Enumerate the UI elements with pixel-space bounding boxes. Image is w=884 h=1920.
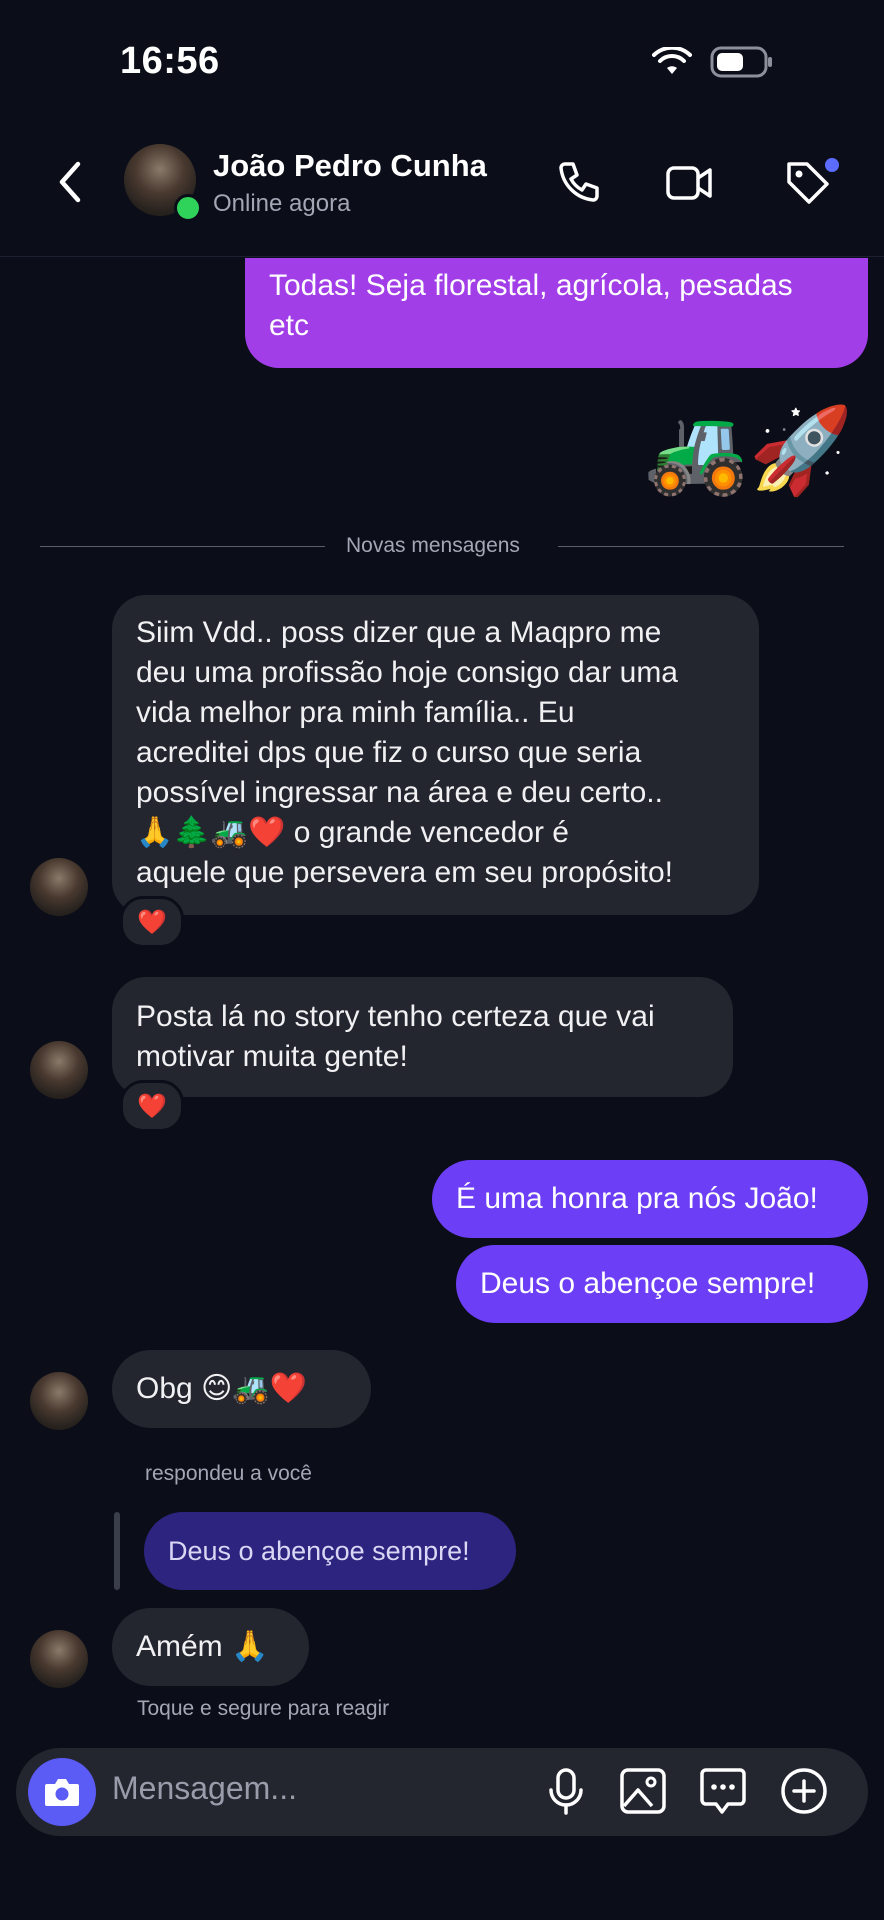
gallery-icon[interactable] — [618, 1766, 668, 1816]
message-line: 🙏🌲🚜❤️ o grande vencedor é — [136, 816, 569, 849]
received-message[interactable]: Amém 🙏 — [112, 1608, 309, 1686]
status-icons — [652, 46, 774, 78]
sent-emoji-message[interactable]: 🚜🚀 — [644, 408, 853, 492]
message-line: vida melhor pra minh família.. Eu — [136, 696, 575, 729]
message-text: Todas! Seja florestal, agrícola, pesadas — [269, 269, 793, 302]
reply-indicator-bar — [114, 1512, 120, 1590]
battery-icon — [710, 46, 772, 78]
back-icon[interactable] — [52, 158, 88, 206]
sent-message[interactable]: É uma honra pra nós João! — [432, 1160, 868, 1238]
message-text: Obg 😊🚜❤️ — [136, 1372, 308, 1405]
sent-message[interactable]: Todas! Seja florestal, agrícola, pesadas… — [245, 258, 868, 368]
notification-badge — [825, 158, 839, 172]
message-line: Posta lá no story tenho certeza que vai — [136, 1000, 655, 1033]
react-hint: Toque e segure para reagir — [137, 1697, 390, 1720]
heart-reaction[interactable]: ❤️ — [120, 1080, 184, 1132]
online-indicator — [174, 194, 202, 222]
video-icon[interactable] — [664, 158, 714, 208]
quoted-text: Deus o abençoe sempre! — [168, 1536, 470, 1566]
message-line: Siim Vdd.. poss dizer que a Maqpro me — [136, 616, 662, 649]
sender-avatar[interactable] — [30, 858, 88, 916]
message-line: deu uma profissão hoje consigo dar uma — [136, 656, 678, 689]
reply-label: respondeu a você — [145, 1462, 312, 1485]
received-message[interactable]: Obg 😊🚜❤️ — [112, 1350, 371, 1428]
message-input[interactable]: Mensagem... — [112, 1770, 297, 1807]
sender-avatar[interactable] — [30, 1372, 88, 1430]
contact-status: Online agora — [213, 190, 351, 217]
message-line: acreditei dps que fiz o curso que seria — [136, 736, 642, 769]
message-line: motivar muita gente! — [136, 1040, 408, 1073]
plus-icon[interactable] — [779, 1766, 829, 1816]
quoted-message[interactable]: Deus o abençoe sempre! — [144, 1512, 516, 1590]
divider-line-left — [40, 546, 325, 547]
message-text: Deus o abençoe sempre! — [480, 1267, 816, 1300]
divider-line-right — [558, 546, 844, 547]
new-messages-divider: Novas mensagens — [346, 534, 520, 557]
sticker-icon[interactable] — [698, 1766, 748, 1816]
message-line: aquele que persevera em seu propósito! — [136, 856, 674, 889]
sent-message[interactable]: Deus o abençoe sempre! — [456, 1245, 868, 1323]
received-message[interactable]: Siim Vdd.. poss dizer que a Maqpro me de… — [112, 595, 759, 915]
contact-name[interactable]: João Pedro Cunha — [213, 148, 487, 184]
microphone-icon[interactable] — [541, 1766, 591, 1816]
message-text: Amém 🙏 — [136, 1630, 269, 1663]
heart-reaction[interactable]: ❤️ — [120, 896, 184, 948]
camera-icon — [45, 1779, 79, 1806]
wifi-icon — [652, 47, 692, 74]
camera-button[interactable] — [28, 1758, 96, 1826]
sender-avatar[interactable] — [30, 1630, 88, 1688]
sender-avatar[interactable] — [30, 1041, 88, 1099]
message-text: etc — [269, 309, 310, 342]
message-text: É uma honra pra nós João! — [456, 1182, 818, 1215]
phone-icon[interactable] — [553, 158, 603, 208]
message-line: possível ingressar na área e deu certo.. — [136, 776, 663, 809]
received-message[interactable]: Posta lá no story tenho certeza que vai … — [112, 977, 733, 1097]
status-time: 16:56 — [120, 40, 220, 82]
